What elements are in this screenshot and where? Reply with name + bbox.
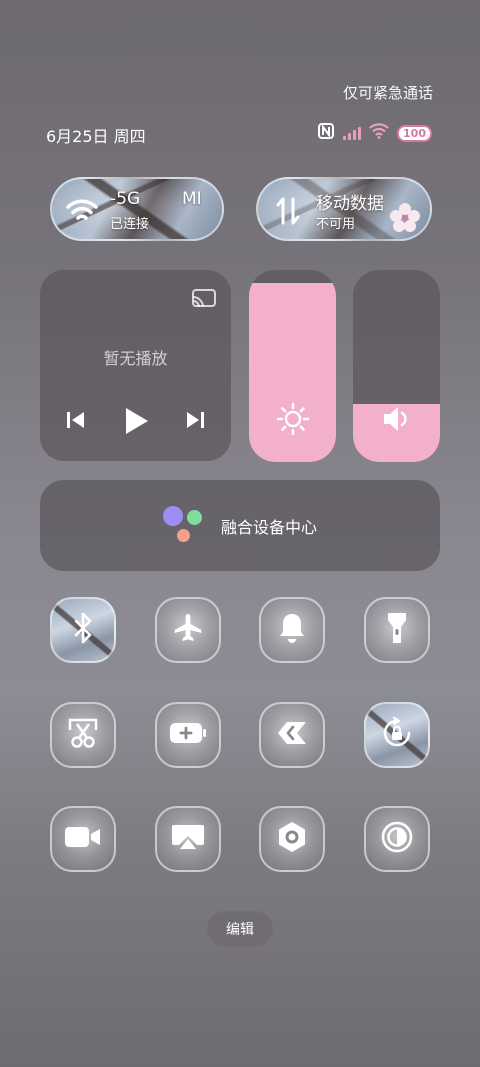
mobile-data-toggle[interactable]: 移动数据 不可用: [256, 177, 432, 241]
screen-cast-icon: [170, 822, 206, 856]
wifi-icon: [64, 193, 100, 229]
screenshot-toggle[interactable]: [50, 702, 116, 768]
media-status-text: 暂无播放: [103, 349, 168, 368]
link-icon: [274, 718, 310, 752]
rotation-lock-toggle[interactable]: [364, 702, 430, 768]
battery-saver-icon: [169, 721, 207, 749]
airplane-icon: [171, 611, 205, 649]
screen-record-toggle[interactable]: [50, 806, 116, 872]
sound-toggle[interactable]: [259, 597, 325, 663]
video-camera-icon: [64, 824, 102, 854]
previous-icon[interactable]: [64, 408, 88, 436]
nfc-icon: [317, 122, 335, 144]
battery-indicator: 100: [397, 124, 432, 142]
bluetooth-icon: [69, 611, 97, 649]
bell-icon: [277, 611, 307, 649]
airplane-mode-toggle[interactable]: [155, 597, 221, 663]
fusion-device-center[interactable]: 融合设备中心: [40, 480, 440, 571]
mobile-data-label: 移动数据: [316, 194, 384, 214]
wifi-network-name-suffix: MI: [182, 189, 202, 209]
fusion-logo-icon: [162, 505, 205, 546]
wifi-status-icon: [369, 123, 389, 143]
speaker-icon: [381, 404, 413, 438]
data-arrows-icon: [270, 193, 306, 229]
screen-cast-toggle[interactable]: [155, 806, 221, 872]
status-icons: 100: [317, 122, 432, 144]
battery-saver-toggle[interactable]: [155, 702, 221, 768]
sun-icon: [276, 402, 310, 440]
dark-mode-toggle[interactable]: [364, 806, 430, 872]
fusion-center-label: 融合设备中心: [220, 517, 317, 537]
bluetooth-toggle[interactable]: [50, 597, 116, 663]
wifi-toggle[interactable]: -5G MI 已连接: [50, 177, 224, 241]
cast-icon[interactable]: [191, 288, 217, 314]
volume-slider[interactable]: [353, 270, 440, 462]
brightness-slider[interactable]: [249, 270, 336, 462]
signal-icon: [343, 126, 362, 140]
link-share-toggle[interactable]: [259, 702, 325, 768]
screenshot-scissors-icon: [66, 716, 100, 754]
play-icon[interactable]: [122, 406, 150, 440]
emergency-calls-only-text: 仅可紧急通话: [342, 84, 433, 102]
edit-button[interactable]: 编辑: [207, 911, 273, 947]
dark-mode-icon: [380, 820, 414, 858]
settings-toggle[interactable]: [259, 806, 325, 872]
wifi-network-name: -5G: [110, 189, 141, 209]
date-text: 6月25日 周四: [46, 127, 146, 146]
rotation-lock-icon: [380, 716, 414, 754]
flashlight-icon: [385, 611, 409, 649]
mobile-data-status: 不可用: [316, 217, 356, 232]
wifi-status: 已连接: [110, 217, 150, 232]
media-player-card[interactable]: 暂无播放: [40, 270, 231, 461]
settings-hexagon-icon: [276, 820, 308, 858]
flower-decoration: [388, 201, 422, 239]
next-icon[interactable]: [183, 408, 207, 436]
flashlight-toggle[interactable]: [364, 597, 430, 663]
